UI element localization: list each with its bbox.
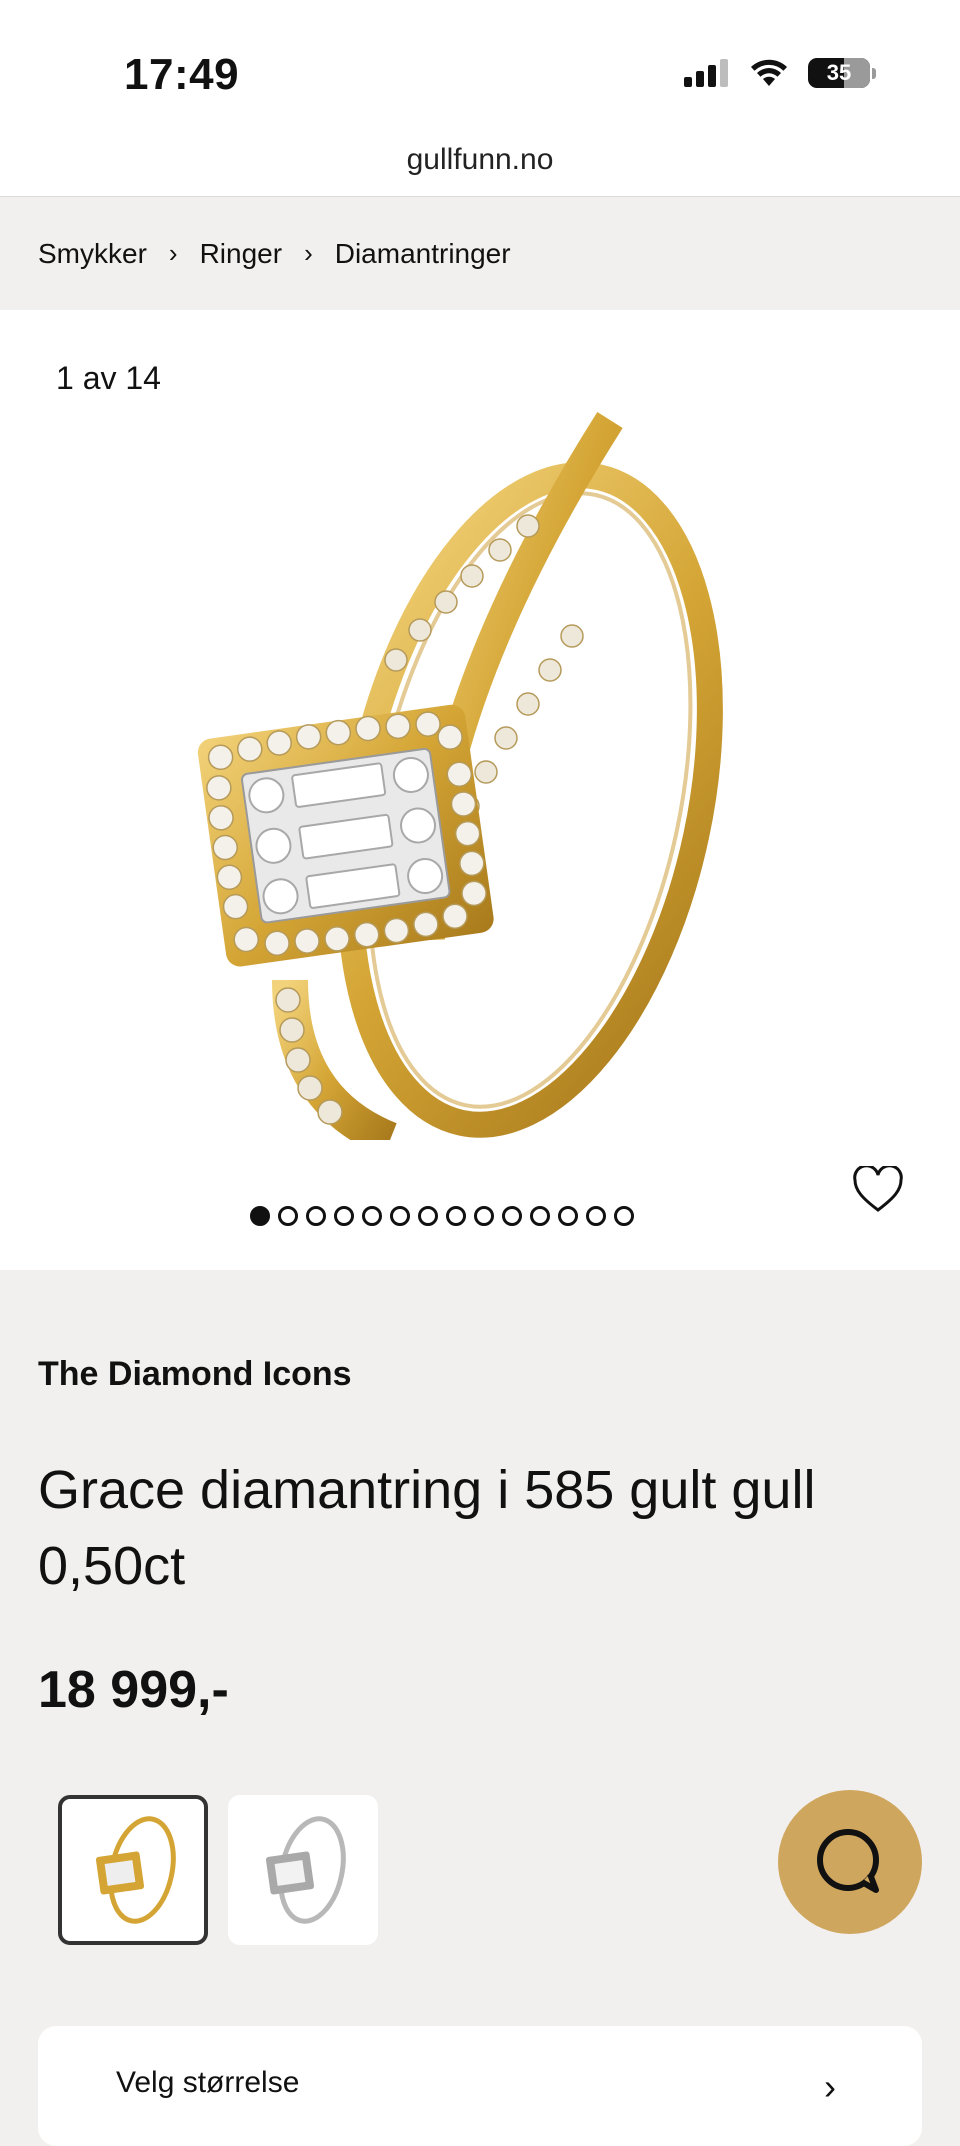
cellular-signal-icon (684, 59, 728, 87)
size-selector[interactable]: Velg størrelse › (38, 2026, 922, 2146)
variant-white-gold[interactable] (228, 1795, 378, 1945)
pagination-dot-3[interactable] (306, 1206, 326, 1226)
image-counter: 1 av 14 (56, 360, 161, 396)
pagination-dot-5[interactable] (362, 1206, 382, 1226)
status-bar: 17:49 35 (0, 0, 960, 140)
battery-level: 35 (826, 60, 852, 85)
chevron-right-icon: › (168, 238, 178, 268)
pagination-dot-14[interactable] (614, 1206, 634, 1226)
chevron-right-icon: › (304, 238, 313, 268)
pagination-dot-7[interactable] (418, 1206, 438, 1226)
product-price: 18 999,- (38, 1661, 229, 1719)
pagination-dot-6[interactable] (390, 1206, 410, 1226)
breadcrumb-item-ringer[interactable]: Ringer (200, 238, 282, 270)
gallery-pagination (250, 1206, 634, 1226)
product-title: Grace diamantring i 585 gult gull 0,50ct (38, 1460, 816, 1596)
battery-icon: 35 (808, 58, 870, 88)
breadcrumb: Smykker › Ringer › Diamantringer (0, 197, 960, 310)
chevron-right-icon: › (824, 2066, 836, 2107)
pagination-dot-11[interactable] (530, 1206, 550, 1226)
product-image[interactable] (170, 380, 790, 1140)
variant-thumbnail-yellow-gold (95, 1816, 176, 1924)
variant-yellow-gold[interactable] (58, 1795, 208, 1945)
pagination-dot-2[interactable] (278, 1206, 298, 1226)
url-text: gullfunn.no (406, 143, 554, 176)
chat-button[interactable] (778, 1790, 922, 1934)
address-bar[interactable]: gullfunn.no (0, 140, 960, 197)
wifi-icon (751, 59, 787, 86)
pagination-dot-1[interactable] (250, 1206, 270, 1226)
pagination-dot-10[interactable] (502, 1206, 522, 1226)
pagination-dot-8[interactable] (446, 1206, 466, 1226)
size-selector-label: Velg størrelse (116, 2066, 300, 2099)
pagination-dot-9[interactable] (474, 1206, 494, 1226)
pagination-dot-4[interactable] (334, 1206, 354, 1226)
breadcrumb-item-smykker[interactable]: Smykker (38, 238, 147, 270)
pagination-dot-12[interactable] (558, 1206, 578, 1226)
variant-selector (58, 1795, 378, 1945)
variant-thumbnail-white-gold (265, 1816, 346, 1924)
pagination-dot-13[interactable] (586, 1206, 606, 1226)
chat-icon (817, 1829, 879, 1893)
breadcrumb-item-diamantringer[interactable]: Diamantringer (335, 238, 511, 270)
heart-icon[interactable] (852, 1166, 904, 1214)
product-image-gallery[interactable]: 1 av 14 (0, 310, 960, 1270)
product-brand[interactable]: The Diamond Icons (38, 1355, 352, 1394)
status-icons: 35 (684, 58, 876, 88)
status-time: 17:49 (124, 50, 240, 99)
